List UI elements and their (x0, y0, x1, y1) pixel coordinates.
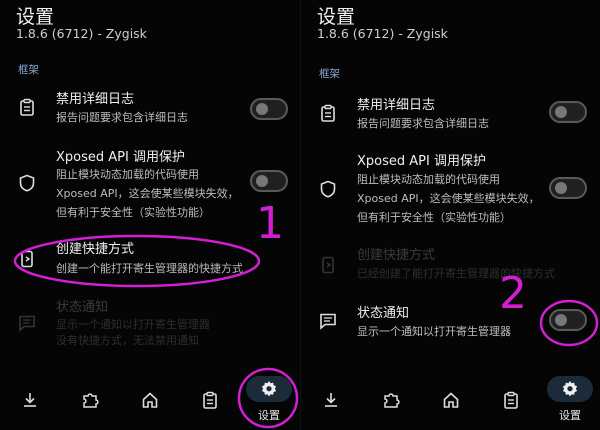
setting-subtitle: 显示一个通知以打开寄生管理器 (56, 318, 210, 331)
puzzle-icon (384, 393, 400, 408)
gear-icon (261, 381, 277, 397)
settings-panel-2: 设置 1.8.6 (6712) - Zygisk 框架 禁用详细日志 报告问题要… (300, 0, 600, 430)
setting-disable-verbose-log[interactable]: 禁用详细日志 报告问题要求包含详细日志 (0, 88, 300, 136)
setting-subtitle: 显示一个通知以打开寄生管理器 (357, 325, 511, 338)
bottom-navigation: 设置 (0, 370, 300, 430)
setting-title: 状态通知 (56, 300, 109, 315)
setting-status-notification[interactable]: 状态通知 显示一个通知以打开寄生管理器 (301, 304, 600, 344)
phone-shortcut-icon (322, 256, 334, 274)
setting-subtitle: Xposed API，这会使某些模块失效， (56, 187, 239, 200)
section-header: 框架 (18, 64, 39, 76)
toggle-switch[interactable] (250, 170, 288, 192)
puzzle-icon (83, 393, 99, 408)
shield-icon (320, 180, 336, 198)
version-text: 1.8.6 (6712) - Zygisk (317, 26, 448, 41)
setting-title: 创建快捷方式 (357, 248, 436, 263)
page-title: 设置 (317, 6, 356, 28)
nav-modules-button[interactable] (76, 386, 104, 414)
setting-title: 状态通知 (357, 306, 410, 321)
annotation-number: 2 (499, 268, 527, 319)
clipboard-icon (321, 104, 335, 122)
toggle-switch[interactable] (549, 177, 587, 199)
bottom-navigation: 设置 (301, 370, 600, 430)
version-text: 1.8.6 (6712) - Zygisk (16, 26, 147, 41)
setting-status-notification: 状态通知 显示一个通知以打开寄生管理器 没有快捷方式，无法禁用通知 (0, 300, 300, 350)
nav-logs-button[interactable] (196, 386, 224, 414)
setting-subtitle: 但有利于安全性（实验性功能） (56, 206, 210, 219)
nav-modules-button[interactable] (377, 386, 405, 414)
setting-subtitle: 创建一个能打开寄生管理器的快捷方式 (56, 262, 243, 275)
home-icon (443, 392, 459, 408)
settings-panel-1: 设置 1.8.6 (6712) - Zygisk 框架 禁用详细日志 报告问题要… (0, 0, 300, 430)
setting-xposed-api-protection[interactable]: Xposed API 调用保护 阻止模块动态加载的代码使用 Xposed API… (301, 154, 600, 230)
nav-logs-button[interactable] (497, 386, 525, 414)
nav-settings-label: 设置 (258, 409, 280, 422)
screenshot-pair: 设置 1.8.6 (6712) - Zygisk 框架 禁用详细日志 报告问题要… (0, 0, 600, 430)
annotation-number: 1 (256, 198, 284, 249)
setting-title: Xposed API 调用保护 (56, 150, 185, 165)
home-icon (142, 392, 158, 408)
toggle-switch[interactable] (250, 98, 288, 120)
nav-settings-button[interactable] (556, 375, 584, 403)
page-title: 设置 (16, 6, 55, 28)
shield-icon (19, 174, 35, 192)
clipboard-icon (20, 98, 34, 116)
setting-subtitle: 阻止模块动态加载的代码使用 (357, 173, 500, 186)
nav-settings-label: 设置 (559, 409, 581, 422)
nav-home-button[interactable] (136, 386, 164, 414)
nav-download-button[interactable] (317, 386, 345, 414)
nav-settings-button[interactable] (255, 375, 283, 403)
setting-subtitle: 阻止模块动态加载的代码使用 (56, 168, 199, 181)
nav-download-button[interactable] (16, 386, 44, 414)
setting-subtitle: 报告问题要求包含详细日志 (357, 117, 489, 130)
setting-subtitle: 报告问题要求包含详细日志 (56, 111, 188, 124)
nav-home-button[interactable] (437, 386, 465, 414)
toggle-switch[interactable] (549, 309, 587, 331)
setting-title: 禁用详细日志 (56, 92, 135, 107)
setting-subtitle: 但有利于安全性（实验性功能） (357, 211, 511, 224)
download-icon (24, 393, 36, 407)
setting-create-shortcut[interactable]: 创建快捷方式 创建一个能打开寄生管理器的快捷方式 (0, 240, 300, 282)
clipboard-icon (203, 391, 217, 409)
setting-disable-verbose-log[interactable]: 禁用详细日志 报告问题要求包含详细日志 (301, 96, 600, 138)
message-icon (19, 315, 35, 332)
setting-title: 创建快捷方式 (56, 242, 135, 257)
section-header: 框架 (319, 68, 340, 80)
setting-title: Xposed API 调用保护 (357, 154, 486, 169)
toggle-switch[interactable] (549, 101, 587, 123)
gear-icon (562, 381, 578, 397)
setting-title: 禁用详细日志 (357, 98, 436, 113)
setting-xposed-api-protection[interactable]: Xposed API 调用保护 阻止模块动态加载的代码使用 Xposed API… (0, 148, 300, 224)
clipboard-icon (504, 391, 518, 409)
setting-subtitle: Xposed API，这会使某些模块失效， (357, 192, 540, 205)
download-icon (325, 393, 337, 407)
setting-subtitle: 没有快捷方式，无法禁用通知 (56, 334, 199, 347)
setting-create-shortcut: 创建快捷方式 已经创建了能打开寄生管理器的快捷方式 (301, 248, 600, 284)
message-icon (320, 313, 336, 330)
phone-shortcut-icon (21, 250, 33, 268)
